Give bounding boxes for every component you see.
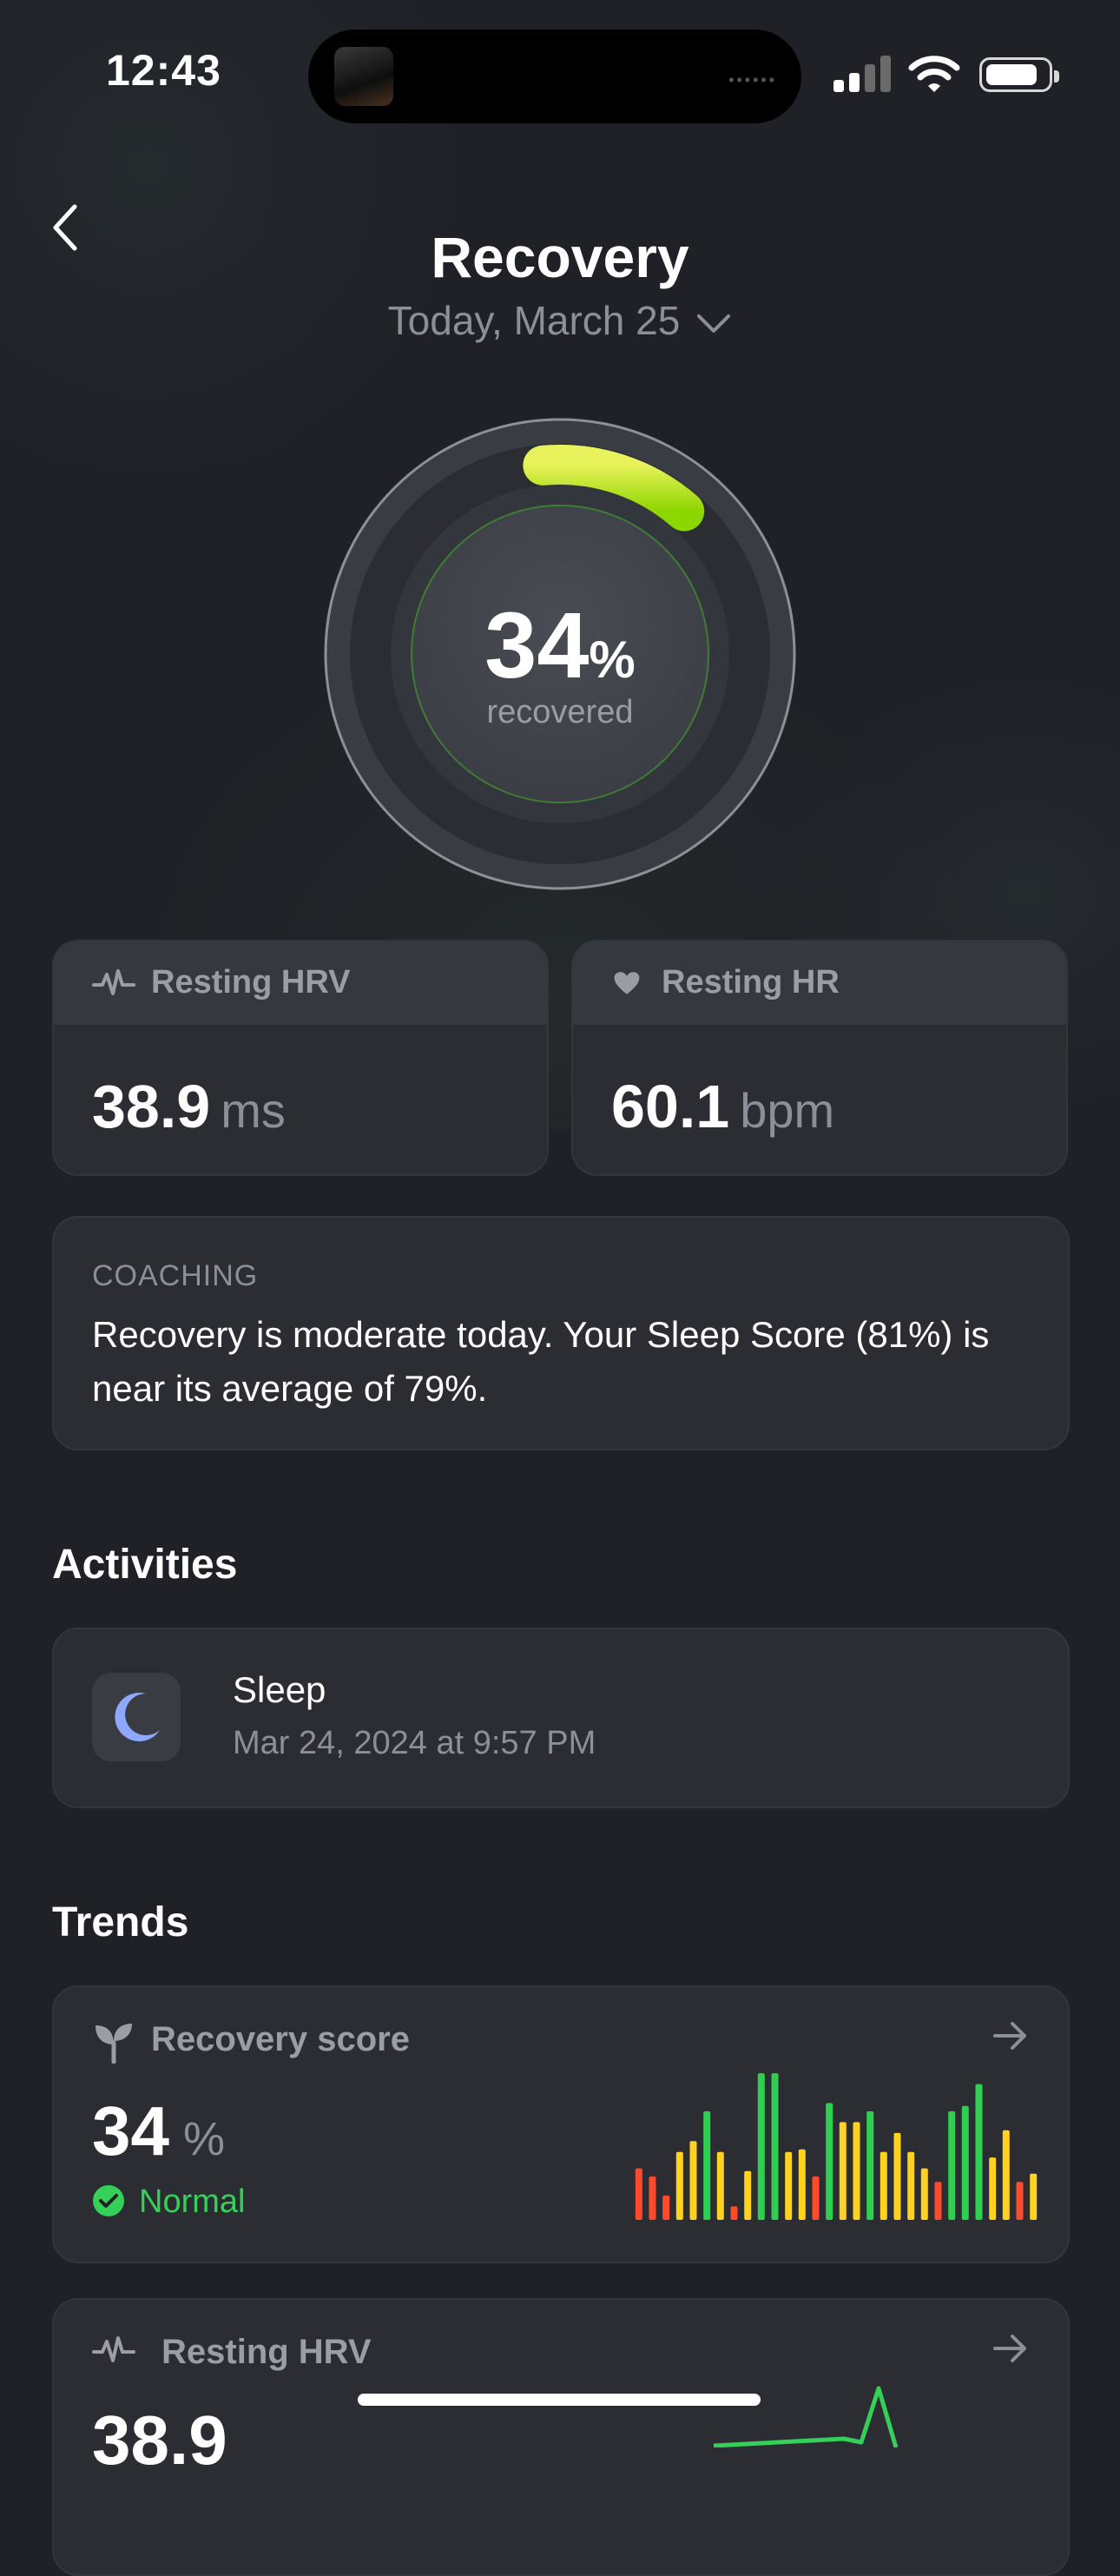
recovery-bar: [839, 2122, 847, 2220]
recovery-bar: [948, 2110, 956, 2220]
recovery-bar: [907, 2151, 915, 2220]
recovery-bar: [757, 2073, 765, 2220]
recovery-bar: [744, 2170, 752, 2220]
arrow-right-icon[interactable]: [992, 2331, 1030, 2366]
recovery-bar: [649, 2176, 656, 2220]
recovery-score-bar-chart: [635, 2073, 1038, 2220]
recovery-bar: [812, 2176, 820, 2220]
cellular-signal-icon: [833, 56, 891, 92]
recovery-bar: [866, 2110, 874, 2220]
recovery-score-trend-card[interactable]: Recovery score 34% Normal: [52, 1985, 1070, 2263]
status-text: Normal: [139, 2183, 246, 2220]
home-indicator: [358, 2394, 761, 2406]
date-label: Today, March 25: [387, 298, 681, 343]
trend-value: 34: [92, 2092, 169, 2170]
metric-unit: ms: [221, 1083, 286, 1138]
coaching-text: Recovery is moderate today. Your Sleep S…: [92, 1314, 990, 1409]
trend-unit: %: [182, 2113, 225, 2165]
metric-value: 38.9: [92, 1073, 211, 1140]
coaching-card: COACHING Recovery is moderate today. You…: [52, 1216, 1070, 1450]
activity-item-sleep[interactable]: Sleep Mar 24, 2024 at 9:57 PM: [52, 1628, 1070, 1808]
metric-unit: bpm: [740, 1083, 835, 1138]
trends-heading: Trends: [52, 1899, 189, 1945]
dynamic-island[interactable]: ••••••: [308, 30, 801, 123]
activity-name: Sleep: [233, 1669, 326, 1710]
recovery-bar: [920, 2168, 928, 2220]
recovery-bar: [798, 2149, 806, 2220]
trend-label: Resting HRV: [161, 2333, 372, 2371]
activity-date: Mar 24, 2024 at 9:57 PM: [233, 1725, 596, 1761]
activities-heading: Activities: [52, 1542, 238, 1588]
check-circle-icon: [93, 2184, 124, 2216]
recovery-bar: [975, 2084, 983, 2220]
page-title: Recovery: [431, 225, 689, 289]
recovery-bar: [1016, 2182, 1024, 2220]
battery-icon: [979, 57, 1059, 92]
recovery-bar: [730, 2206, 738, 2220]
recovery-bar: [675, 2151, 683, 2220]
recovery-bar: [961, 2105, 969, 2220]
recovery-bar: [1030, 2173, 1038, 2220]
recovery-bar: [771, 2073, 779, 2220]
chevron-down-icon: [697, 314, 731, 333]
recovery-bar: [893, 2132, 901, 2220]
sprout-icon: [96, 2024, 132, 2064]
resting-hrv-trend-card[interactable]: Resting HRV 38.9: [52, 2298, 1070, 2576]
arrow-right-icon[interactable]: [992, 2018, 1030, 2053]
recovery-percent: 34: [484, 592, 590, 697]
recovery-bar: [662, 2195, 670, 2220]
heart-icon: [614, 972, 640, 994]
recovery-bar: [989, 2157, 997, 2220]
trend-label: Recovery score: [151, 2020, 410, 2058]
trend-value: 38.9: [92, 2401, 227, 2479]
activity-icon-tile: [92, 1673, 181, 1761]
wifi-icon: [908, 56, 960, 92]
recovery-bar: [703, 2110, 711, 2220]
metric-label: Resting HR: [662, 964, 840, 1001]
recovery-bar: [853, 2122, 860, 2220]
metric-value: 60.1: [611, 1073, 730, 1140]
metric-label: Resting HRV: [151, 964, 351, 1001]
recovery-bar: [716, 2151, 724, 2220]
recovery-bar: [689, 2141, 697, 2220]
card-header: Resting HR: [573, 941, 1066, 1025]
resting-hrv-card[interactable]: Resting HRV 38.9 ms: [52, 940, 549, 1176]
pulse-icon: [92, 2336, 135, 2362]
recovery-bar: [826, 2103, 833, 2220]
recovery-percent-sign: %: [589, 631, 636, 689]
date-selector[interactable]: Today, March 25: [0, 297, 1120, 344]
moon-icon: [115, 1692, 160, 1741]
recovered-label: recovered: [486, 694, 634, 730]
hrv-sparkline: [714, 2386, 899, 2447]
recovery-bar: [1002, 2130, 1010, 2220]
waveform-icon: ••••••: [728, 71, 777, 89]
coaching-label: COACHING: [92, 1259, 259, 1292]
recovery-bar: [934, 2182, 942, 2220]
card-header: Resting HRV: [54, 941, 547, 1025]
recovery-bar: [785, 2151, 793, 2220]
recovery-bar: [635, 2168, 642, 2220]
now-playing-artwork: [334, 47, 393, 106]
resting-hr-card[interactable]: Resting HR 60.1 bpm: [571, 940, 1068, 1176]
status-time: 12:43: [106, 46, 221, 95]
recovery-readout: 34% recovered: [323, 591, 797, 731]
recovery-bar: [880, 2151, 887, 2220]
pulse-icon: [92, 969, 135, 995]
status-badge: Normal: [92, 2183, 245, 2221]
